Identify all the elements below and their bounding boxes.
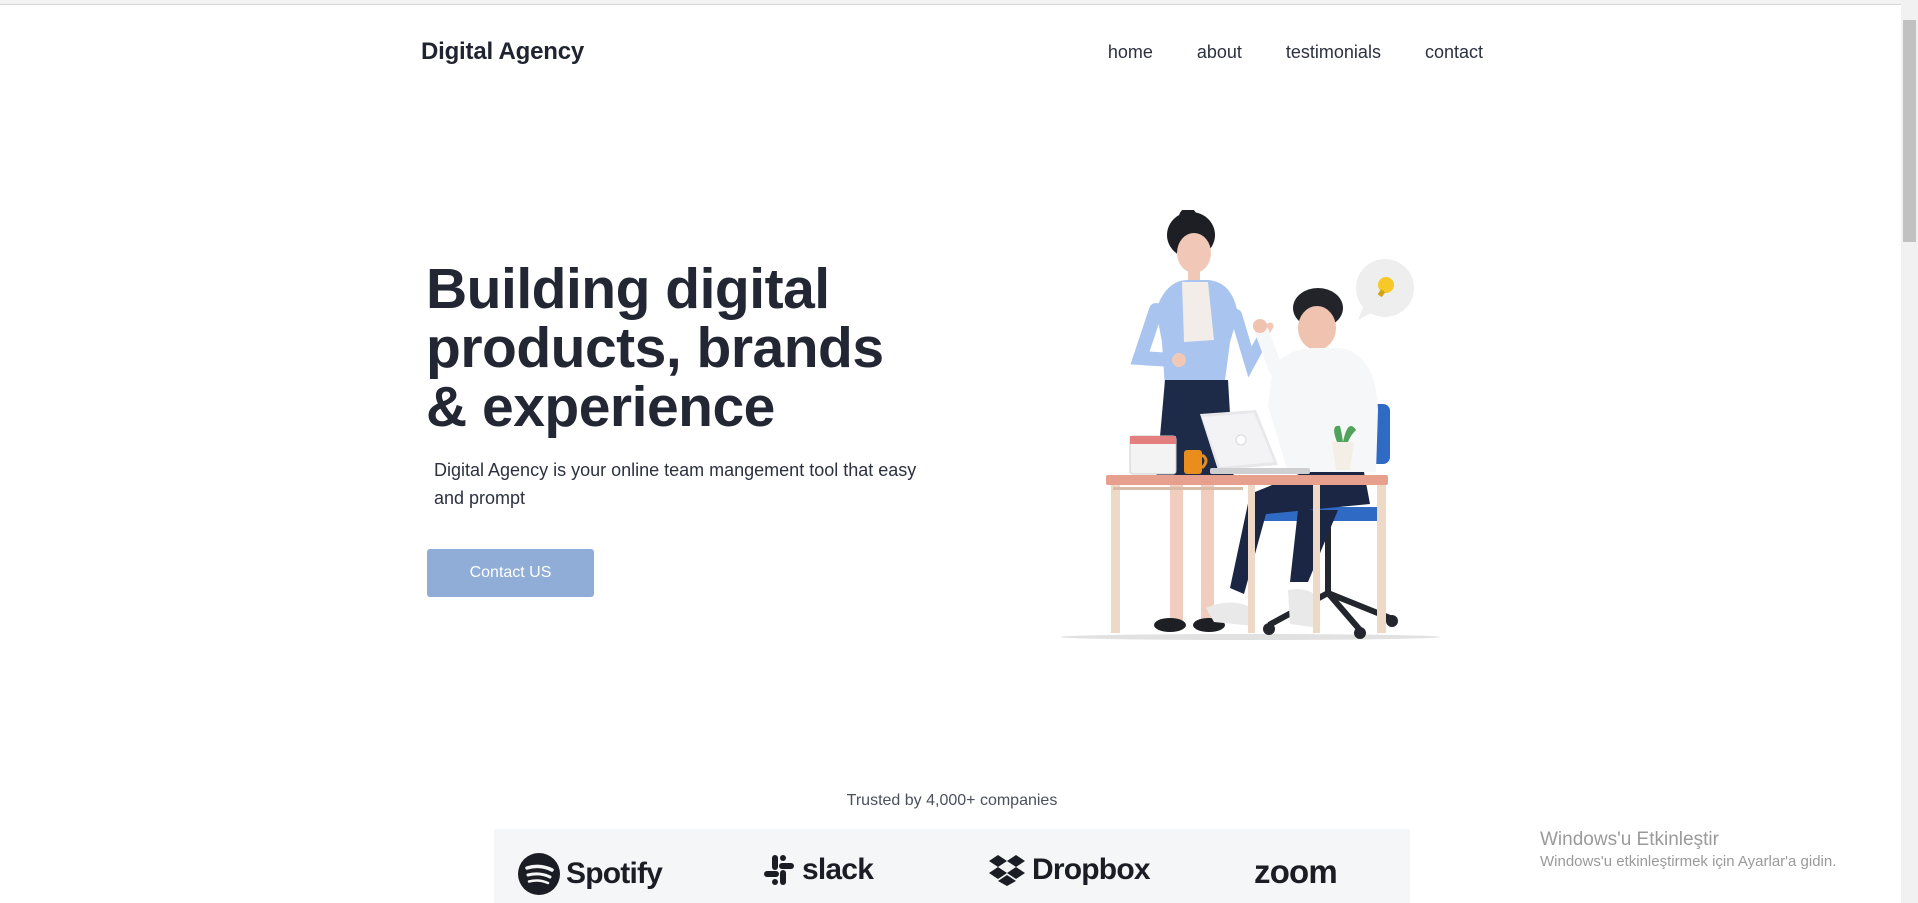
nav-link-about[interactable]: about bbox=[1197, 42, 1242, 63]
browser-top-edge bbox=[0, 0, 1904, 5]
spotify-logo-text: Spotify bbox=[566, 857, 663, 890]
nav-links: home about testimonials contact bbox=[1108, 42, 1483, 63]
nav-link-testimonials[interactable]: testimonials bbox=[1286, 42, 1381, 63]
hero-subtitle-line-1: Digital Agency is your online team mange… bbox=[434, 460, 917, 480]
windows-activation-notice: Windows'u Etkinleştir Windows'u etkinleş… bbox=[1540, 828, 1836, 872]
dropbox-logo: Dropbox bbox=[988, 853, 1151, 887]
hero-subtitle: Digital Agency is your online team mange… bbox=[434, 456, 974, 512]
spotify-logo: Spotify bbox=[518, 853, 663, 895]
hero-title-line-3: & experience bbox=[426, 375, 775, 439]
activation-title: Windows'u Etkinleştir bbox=[1540, 829, 1719, 850]
brand-logo[interactable]: Digital Agency bbox=[421, 38, 584, 66]
partner-logo-strip: Spotify slack Dropbox zoom bbox=[494, 829, 1410, 903]
spotify-icon bbox=[518, 853, 560, 895]
trusted-by-text: Trusted by 4,000+ companies bbox=[846, 792, 1058, 809]
hero-title: Building digital products, brands & expe… bbox=[426, 260, 986, 437]
hero-title-line-1: Building digital bbox=[426, 257, 830, 321]
dropbox-logo-text: Dropbox bbox=[1032, 853, 1151, 886]
team-working-illustration bbox=[1060, 210, 1440, 640]
dropbox-icon bbox=[989, 855, 1025, 886]
activation-subtitle: Windows'u etkinleştirmek için Ayarlar'a … bbox=[1540, 853, 1837, 870]
slack-icon bbox=[764, 855, 794, 885]
hero-subtitle-line-2: and prompt bbox=[434, 488, 526, 508]
slack-logo: slack bbox=[762, 853, 874, 887]
nav-link-home[interactable]: home bbox=[1108, 42, 1153, 63]
page-scrollbar[interactable] bbox=[1901, 0, 1918, 903]
zoom-logo-text: zoom bbox=[1254, 853, 1338, 890]
hero-title-line-2: products, brands bbox=[426, 316, 884, 380]
navbar: Digital Agency home about testimonials c… bbox=[421, 36, 1483, 70]
contact-us-button[interactable]: Contact US bbox=[427, 549, 594, 597]
scrollbar-thumb[interactable] bbox=[1903, 20, 1916, 242]
zoom-logo: zoom bbox=[1254, 853, 1338, 891]
slack-logo-text: slack bbox=[802, 853, 874, 886]
nav-link-contact[interactable]: contact bbox=[1425, 42, 1483, 63]
